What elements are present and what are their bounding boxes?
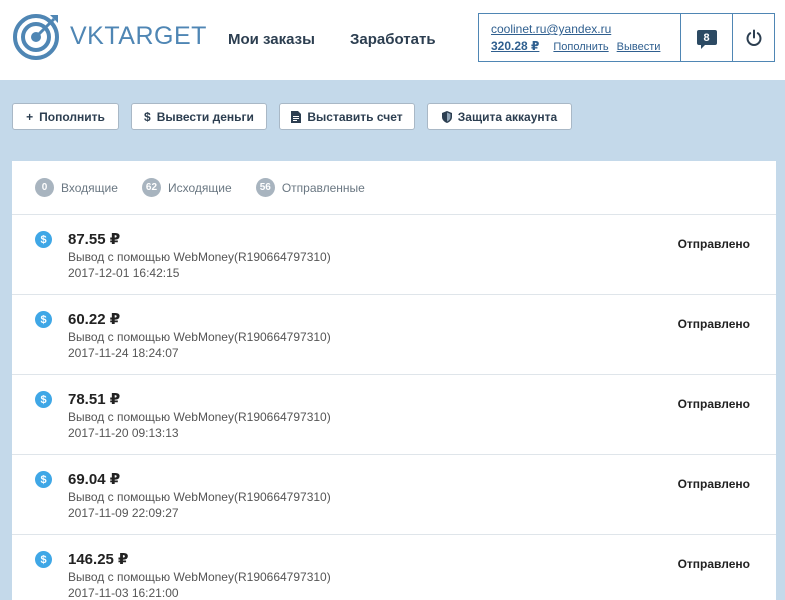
transaction-date: 2017-12-01 16:42:15 [68, 266, 180, 280]
account-protection-button[interactable]: Защита аккаунта [427, 103, 572, 130]
tab-sent-label: Отправленные [281, 180, 365, 195]
transaction-date: 2017-11-24 18:24:07 [68, 346, 179, 360]
create-invoice-label: Выставить счет [307, 109, 403, 124]
tab-sent[interactable]: 56 Отправленные [255, 178, 365, 197]
transaction-description: Вывод с помощью WebMoney(R190664797310) [68, 250, 331, 264]
transaction-description: Вывод с помощью WebMoney(R190664797310) [68, 490, 331, 504]
header: VKTARGET Мои заказы Заработать coolinet.… [0, 0, 785, 80]
transaction-row: $ 69.04 ₽ Вывод с помощью WebMoney(R1906… [12, 455, 776, 535]
transaction-row: $ 78.51 ₽ Вывод с помощью WebMoney(R1906… [12, 375, 776, 455]
messages-count: 8 [703, 31, 710, 44]
account-actions: 320.28 ₽ Пополнить Вывести [491, 39, 680, 53]
logo[interactable]: VKTARGET [12, 11, 207, 61]
tabs: 0 Входящие 62 Исходящие 56 Отправленные [12, 161, 776, 215]
transaction-description: Вывод с помощью WebMoney(R190664797310) [68, 330, 331, 344]
tab-outgoing[interactable]: 62 Исходящие [141, 178, 232, 197]
transaction-status: Отправлено [677, 237, 750, 251]
withdraw-money-button[interactable]: $ Вывести деньги [131, 103, 267, 130]
transaction-status: Отправлено [677, 317, 750, 331]
messages-button[interactable]: 8 [681, 14, 733, 61]
tab-incoming-label: Входящие [61, 180, 118, 195]
logout-button[interactable] [733, 14, 774, 61]
transactions-panel: 0 Входящие 62 Исходящие 56 Отправленные … [12, 161, 776, 600]
tab-incoming[interactable]: 0 Входящие [35, 178, 118, 197]
target-logo-icon [13, 14, 59, 60]
transaction-row: $ 146.25 ₽ Вывод с помощью WebMoney(R190… [12, 535, 776, 600]
transaction-row: $ 87.55 ₽ Вывод с помощью WebMoney(R1906… [12, 215, 776, 295]
tab-outgoing-count: 62 [141, 178, 162, 197]
nav-earn[interactable]: Заработать [350, 31, 436, 48]
dollar-icon: $ [35, 391, 52, 408]
transaction-amount: 87.55 ₽ [68, 231, 121, 248]
create-invoice-button[interactable]: Выставить счет [279, 103, 415, 130]
account-email-link[interactable]: coolinet.ru@yandex.ru [491, 22, 680, 36]
dollar-icon: $ [35, 231, 52, 248]
transaction-amount: 69.04 ₽ [68, 471, 121, 488]
dollar-icon: $ [144, 109, 151, 124]
message-icon: 8 [696, 30, 717, 49]
transaction-date: 2017-11-03 16:21:00 [68, 586, 179, 600]
topup-button[interactable]: + Пополнить [12, 103, 119, 130]
transaction-date: 2017-11-20 09:13:13 [68, 426, 179, 440]
dollar-icon: $ [35, 471, 52, 488]
transaction-date: 2017-11-09 22:09:27 [68, 506, 179, 520]
transaction-status: Отправлено [677, 557, 750, 571]
withdraw-money-label: Вывести деньги [156, 109, 254, 124]
account-protection-label: Защита аккаунта [457, 109, 558, 124]
transaction-description: Вывод с помощью WebMoney(R190664797310) [68, 410, 331, 424]
dollar-icon: $ [35, 551, 52, 568]
account-topup-link[interactable]: Пополнить [553, 41, 608, 53]
transaction-status: Отправлено [677, 477, 750, 491]
document-icon [291, 110, 302, 123]
nav-my-orders[interactable]: Мои заказы [228, 31, 315, 48]
transaction-amount: 146.25 ₽ [68, 551, 129, 568]
tab-sent-count: 56 [255, 178, 275, 197]
transaction-row: $ 60.22 ₽ Вывод с помощью WebMoney(R1906… [12, 295, 776, 375]
transaction-amount: 78.51 ₽ [68, 391, 121, 408]
account-balance[interactable]: 320.28 ₽ [491, 39, 539, 53]
transaction-amount: 60.22 ₽ [68, 311, 121, 328]
plus-icon: + [26, 109, 34, 124]
logo-text: VKTARGET [70, 21, 207, 50]
transaction-description: Вывод с помощью WebMoney(R190664797310) [68, 570, 331, 584]
dollar-icon: $ [35, 311, 52, 328]
topup-label: Пополнить [39, 109, 105, 124]
shield-icon [441, 110, 452, 123]
tab-outgoing-label: Исходящие [168, 180, 232, 195]
account-withdraw-link[interactable]: Вывести [617, 41, 661, 53]
power-icon [746, 29, 761, 46]
transaction-status: Отправлено [677, 397, 750, 411]
account-info: coolinet.ru@yandex.ru 320.28 ₽ Пополнить… [479, 14, 681, 61]
account-box: coolinet.ru@yandex.ru 320.28 ₽ Пополнить… [478, 13, 775, 62]
tab-incoming-count: 0 [35, 178, 54, 197]
